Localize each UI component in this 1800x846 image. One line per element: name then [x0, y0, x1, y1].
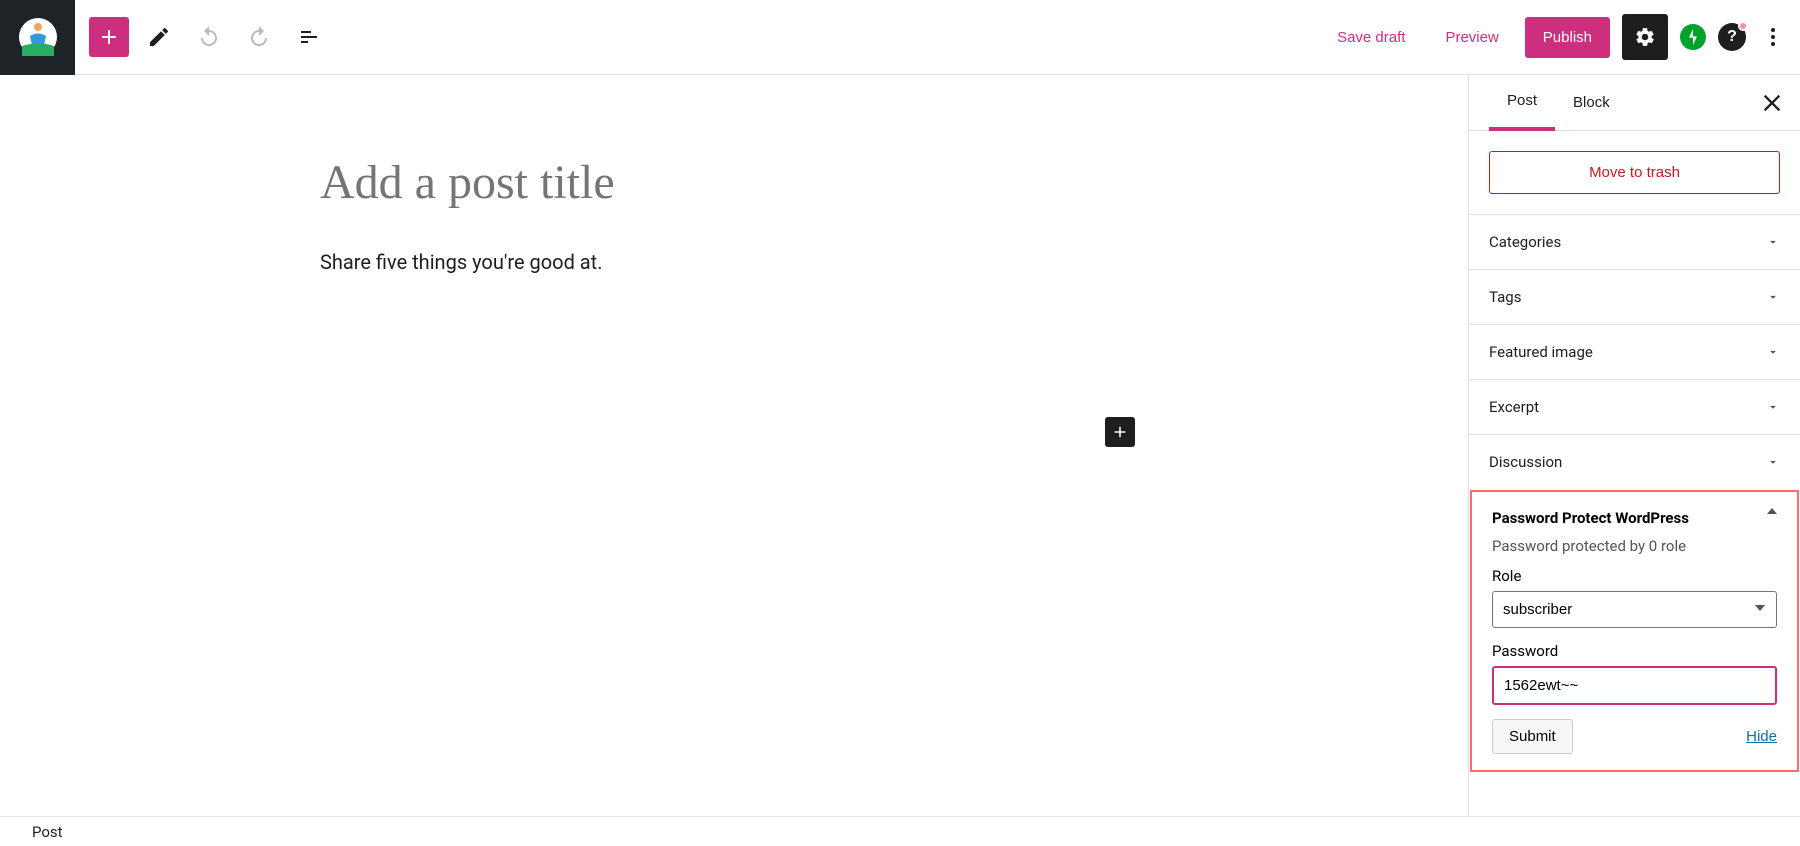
ppw-subtitle: Password protected by 0 role [1492, 537, 1777, 555]
role-select[interactable]: subscriber [1492, 591, 1777, 628]
move-to-trash-button[interactable]: Move to trash [1489, 151, 1780, 194]
panel-categories[interactable]: Categories [1469, 215, 1800, 269]
tab-block[interactable]: Block [1555, 76, 1628, 129]
breadcrumb-bar: Post [0, 816, 1800, 846]
settings-icon[interactable] [1622, 14, 1668, 60]
more-menu-icon[interactable] [1758, 14, 1788, 60]
site-icon[interactable] [0, 0, 75, 75]
close-icon[interactable] [1758, 89, 1786, 117]
password-label: Password [1492, 642, 1777, 660]
chevron-up-icon[interactable] [1767, 508, 1777, 514]
insert-block-button[interactable] [1105, 417, 1135, 447]
password-input[interactable] [1492, 666, 1777, 705]
chevron-down-icon [1766, 400, 1780, 414]
breadcrumb: Post [32, 823, 63, 841]
panel-excerpt[interactable]: Excerpt [1469, 380, 1800, 434]
hide-link[interactable]: Hide [1746, 728, 1777, 745]
chevron-down-icon [1766, 235, 1780, 249]
panel-discussion[interactable]: Discussion [1469, 435, 1800, 489]
redo-icon[interactable] [239, 17, 279, 57]
save-draft-button[interactable]: Save draft [1323, 19, 1419, 56]
panel-featured-image[interactable]: Featured image [1469, 325, 1800, 379]
edit-icon[interactable] [139, 17, 179, 57]
panel-password-protect: Password Protect WordPress Password prot… [1472, 492, 1797, 770]
panel-tags[interactable]: Tags [1469, 270, 1800, 324]
prompt-text: Share five things you're good at. [320, 250, 1148, 274]
publish-button[interactable]: Publish [1525, 17, 1610, 58]
chevron-down-icon [1766, 455, 1780, 469]
outline-icon[interactable] [289, 17, 329, 57]
notification-badge [1738, 21, 1748, 31]
ppw-title-text: Password Protect WordPress [1492, 508, 1689, 529]
topbar: Save draft Preview Publish ? [0, 0, 1800, 75]
add-block-button[interactable] [89, 17, 129, 57]
help-icon[interactable]: ? [1718, 23, 1746, 51]
chevron-down-icon [1766, 290, 1780, 304]
undo-icon[interactable] [189, 17, 229, 57]
settings-sidebar: Post Block Move to trash Categories Tags… [1468, 75, 1800, 816]
post-title-input[interactable] [320, 155, 1148, 210]
role-label: Role [1492, 567, 1777, 585]
tab-post[interactable]: Post [1489, 74, 1555, 131]
editor-canvas[interactable]: Share five things you're good at. [0, 75, 1468, 816]
jetpack-icon[interactable] [1680, 24, 1706, 50]
chevron-down-icon [1766, 345, 1780, 359]
preview-button[interactable]: Preview [1431, 19, 1512, 56]
submit-button[interactable]: Submit [1492, 719, 1573, 754]
